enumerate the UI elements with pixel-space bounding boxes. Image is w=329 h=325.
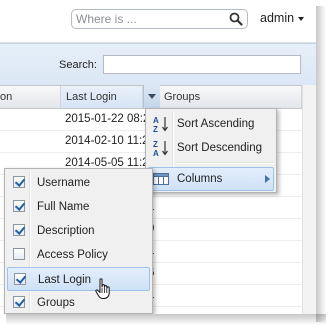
column-header-label: on — [0, 91, 13, 103]
menu-item-sort-descending[interactable]: Z A Sort Descending — [148, 136, 274, 160]
menu-item-label: Columns — [177, 173, 223, 185]
column-toggle-description[interactable]: Description — [7, 219, 150, 243]
columns-submenu: Username Full Name Description Access Polic… — [4, 168, 153, 314]
column-toggle-username[interactable]: Username — [7, 171, 150, 195]
column-header-description[interactable]: on — [0, 86, 61, 108]
column-header-label: Last Login — [66, 91, 117, 103]
sort-ascending-icon: A Z — [153, 116, 168, 133]
column-toggle-groups[interactable]: Groups — [7, 291, 150, 314]
hand-pointer-cursor-icon — [95, 278, 110, 299]
checkbox-checked-icon[interactable] — [14, 273, 26, 285]
menu-item-label: Sort Ascending — [177, 118, 255, 130]
user-name: admin — [260, 11, 295, 25]
column-toggle-last-login[interactable]: Last Login — [7, 267, 150, 291]
column-toggle-full-name[interactable]: Full Name — [7, 195, 150, 219]
column-header-label: Groups — [164, 91, 201, 103]
menu-item-label: Username — [37, 177, 91, 189]
filter-input[interactable] — [103, 55, 301, 74]
column-header-last-login[interactable]: Last Login — [61, 86, 143, 108]
cell-last-login: 2014-02-10 11:2 — [65, 135, 147, 147]
svg-text:Z: Z — [153, 125, 158, 133]
menu-item-label: Sort Descending — [177, 142, 263, 154]
window-shadow — [316, 6, 326, 322]
svg-text:A: A — [153, 116, 159, 125]
top-bar: admin — [0, 0, 316, 43]
checkbox-checked-icon[interactable] — [13, 200, 25, 212]
filter-label: Search: — [59, 59, 97, 71]
checkbox-checked-icon[interactable] — [13, 224, 25, 236]
cell-groups: 6 — [148, 267, 298, 279]
columns-icon — [153, 173, 169, 185]
svg-text:Z: Z — [153, 140, 158, 149]
cell-last-login: 2015-01-22 08:2 — [65, 113, 147, 125]
cell-groups: 1 — [148, 245, 298, 257]
checkbox-checked-icon[interactable] — [13, 176, 25, 188]
global-search-input[interactable] — [76, 11, 224, 27]
menu-item-label: Full Name — [37, 201, 90, 213]
menu-item-sort-ascending[interactable]: A Z Sort Ascending — [148, 112, 274, 136]
cell-groups: 1 — [148, 201, 298, 213]
menu-item-label: Access Policy — [37, 249, 108, 261]
svg-text:A: A — [153, 149, 159, 157]
sort-descending-icon: Z A — [153, 140, 168, 157]
cell-groups: 9 — [148, 223, 298, 235]
checkbox-checked-icon[interactable] — [13, 296, 25, 308]
cell-groups: 1 — [148, 289, 298, 301]
column-menu-trigger[interactable] — [143, 85, 160, 108]
menu-item-label: Groups — [37, 297, 75, 309]
column-menu: A Z Sort Ascending Z A Sort Descending C… — [145, 108, 277, 193]
window-shadow — [6, 314, 326, 325]
submenu-arrow-icon — [265, 175, 270, 183]
user-menu[interactable]: admin — [260, 11, 305, 25]
column-header-groups[interactable]: Groups — [159, 86, 302, 108]
global-search-box[interactable] — [71, 9, 248, 29]
menu-separator — [176, 162, 274, 164]
grid-vertical-scrollbar[interactable] — [302, 85, 316, 314]
checkbox-unchecked-icon[interactable] — [13, 248, 25, 260]
menu-item-label: Last Login — [38, 274, 92, 286]
user-menu-caret-icon — [298, 16, 305, 21]
menu-item-columns[interactable]: Columns — [148, 167, 274, 191]
column-toggle-access-policy[interactable]: Access Policy — [7, 243, 150, 267]
app-window: admin Search: on Last Login Groups 2015-… — [0, 0, 316, 314]
search-icon[interactable] — [229, 12, 243, 26]
menu-item-label: Description — [37, 225, 95, 237]
